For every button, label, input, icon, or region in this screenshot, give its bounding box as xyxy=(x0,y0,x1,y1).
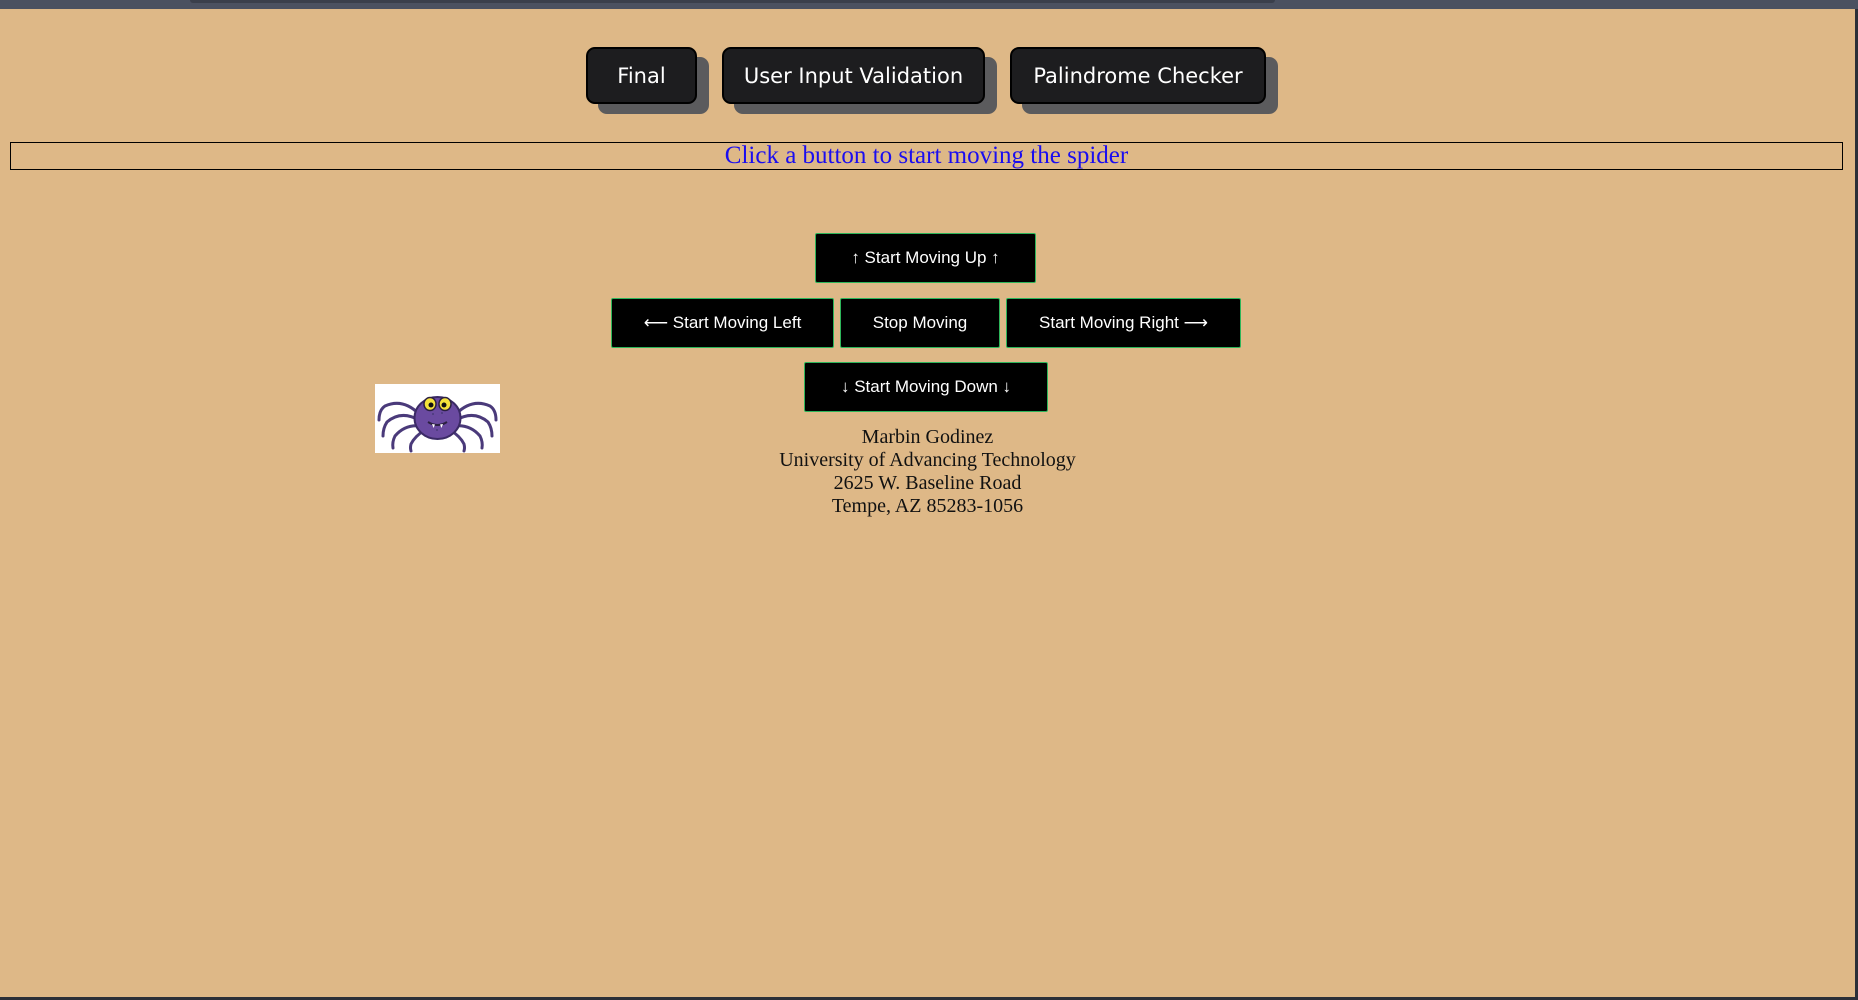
top-nav: Final User Input Validation Palindrome C… xyxy=(0,38,1855,108)
contact-name: Marbin Godinez xyxy=(861,426,994,448)
browser-top-lip xyxy=(190,0,1275,3)
stop-moving-button[interactable]: Stop Moving xyxy=(840,298,1000,348)
start-moving-down-button[interactable]: ↓ Start Moving Down ↓ xyxy=(804,362,1048,412)
start-moving-left-button[interactable]: ⟵ Start Moving Left xyxy=(611,298,834,348)
contact-street: 2625 W. Baseline Road xyxy=(833,472,1022,494)
start-moving-right-button[interactable]: Start Moving Right ⟶ xyxy=(1006,298,1241,348)
contact-city: Tempe, AZ 85283-1056 xyxy=(831,495,1024,517)
status-message: Click a button to start moving the spide… xyxy=(10,142,1843,170)
page: Final User Input Validation Palindrome C… xyxy=(0,9,1855,997)
contact-info: Marbin Godinez University of Advancing T… xyxy=(0,426,1855,518)
nav-button-palindrome-checker[interactable]: Palindrome Checker xyxy=(1010,47,1266,104)
nav-button-user-input-validation[interactable]: User Input Validation xyxy=(722,47,985,104)
nav-button-final[interactable]: Final xyxy=(586,47,697,104)
browser-top-strip xyxy=(0,0,1858,9)
contact-school: University of Advancing Technology xyxy=(779,449,1076,471)
start-moving-up-button[interactable]: ↑ Start Moving Up ↑ xyxy=(815,233,1036,283)
